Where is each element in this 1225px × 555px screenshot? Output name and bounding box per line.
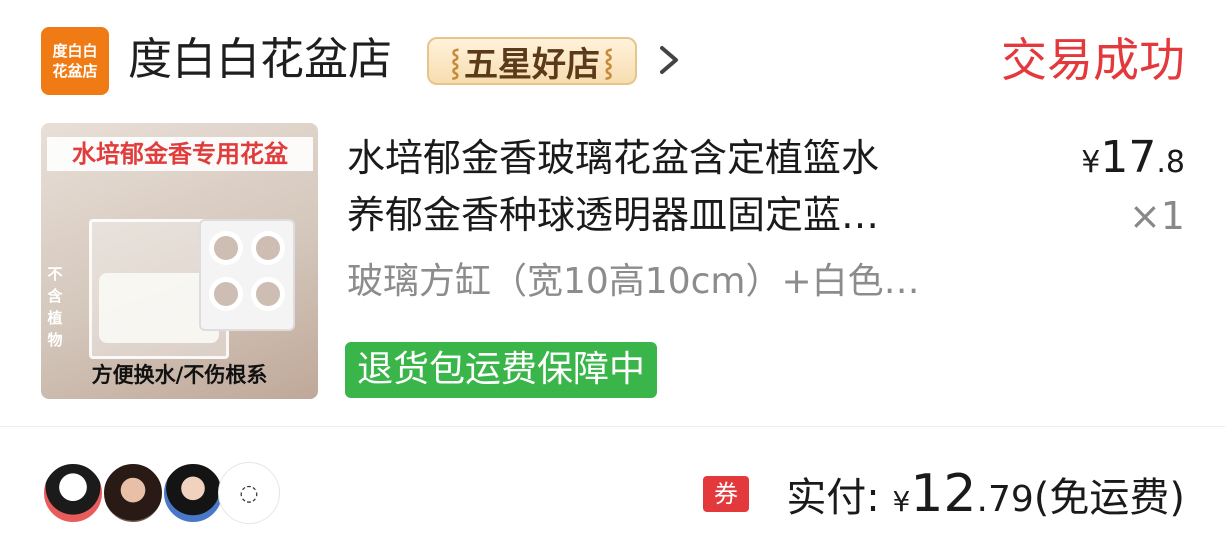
- currency-symbol: ¥: [1081, 145, 1101, 180]
- product-title-line2: 养郁金香种球透明器皿固定蓝…: [347, 193, 880, 237]
- thumbnail-bottom-text: 方便换水/不伤根系: [91, 363, 268, 387]
- basket-hole: [209, 231, 243, 265]
- basket-hole: [209, 277, 243, 311]
- basket-hole: [251, 277, 285, 311]
- five-star-shop-badge[interactable]: ⸾ 五星好店 ⸾: [427, 37, 637, 85]
- divider: [0, 426, 1225, 427]
- price-integer: 17: [1100, 132, 1157, 183]
- thumbnail-side-text: 不含植物: [47, 265, 63, 349]
- shop-name[interactable]: 度白白花盆店: [128, 30, 392, 90]
- product-thumbnail[interactable]: 水培郁金香专用花盆 不含植物 方便换水/不伤根系: [41, 123, 318, 399]
- paid-label: 实付:: [786, 475, 893, 521]
- planting-basket-image: [199, 219, 295, 331]
- product-title[interactable]: 水培郁金香玻璃花盆含定植篮水 养郁金香种球透明器皿固定蓝…: [347, 130, 1017, 244]
- badge-label: 五星好店: [464, 44, 600, 85]
- product-sku: 玻璃方缸（宽10高10cm）+白色…: [347, 261, 920, 302]
- order-status: 交易成功: [1001, 33, 1185, 87]
- avatar[interactable]: [102, 462, 164, 524]
- avatar[interactable]: [162, 462, 224, 524]
- thumbnail-banner-text: 水培郁金香专用花盆: [47, 137, 313, 171]
- basket-hole: [251, 231, 285, 265]
- free-shipping-note: (免运费): [1033, 475, 1185, 521]
- paid-amount: 实付: ¥12.79(免运费): [786, 460, 1185, 536]
- avatar[interactable]: [42, 462, 104, 524]
- order-header: 度白白 花盆店 度白白花盆店 ⸾ 五星好店 ⸾ 交易成功: [0, 0, 1225, 120]
- paid-decimal: .79: [976, 479, 1034, 520]
- return-shipping-guarantee-tag: 退货包运费保障中: [345, 342, 658, 398]
- product-title-line1: 水培郁金香玻璃花盆含定植篮水: [347, 136, 880, 180]
- shop-logo-line2: 花盆店: [52, 62, 98, 80]
- laurel-left-icon: ⸾: [450, 48, 460, 78]
- product-quantity: ×1: [1128, 194, 1185, 238]
- chevron-right-icon[interactable]: [654, 40, 684, 80]
- shop-logo-line1: 度白白: [52, 42, 98, 60]
- more-avatars-icon[interactable]: ◌: [218, 462, 280, 524]
- laurel-right-icon: ⸾: [604, 48, 614, 78]
- product-price: ¥17.8: [1081, 130, 1185, 191]
- coupon-icon: 券: [703, 476, 749, 512]
- paid-integer: 12: [910, 464, 977, 524]
- paid-currency-symbol: ¥: [892, 485, 911, 518]
- price-decimal: .8: [1156, 145, 1185, 180]
- shop-logo[interactable]: 度白白 花盆店: [41, 27, 109, 95]
